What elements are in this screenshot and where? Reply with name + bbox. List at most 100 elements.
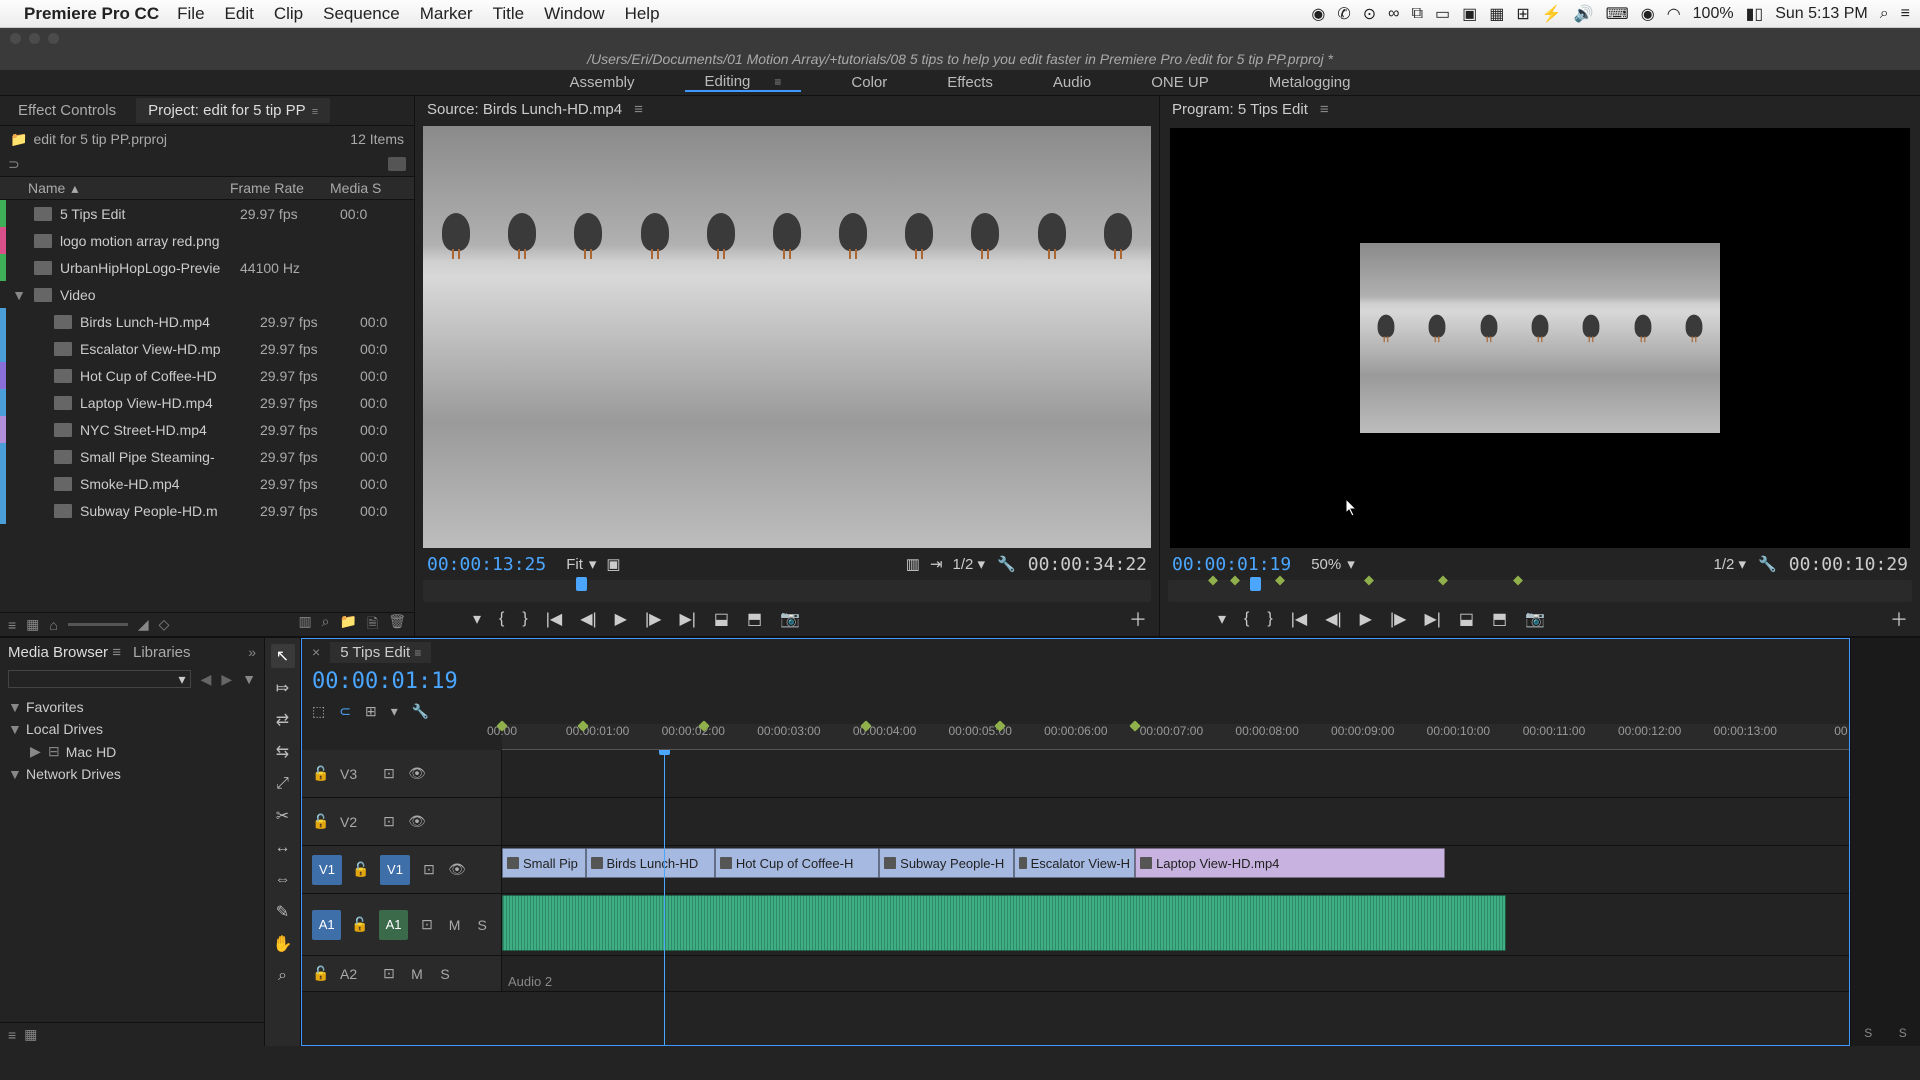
a1-solo-button[interactable]: S [473,917,491,933]
minimize-window-button[interactable] [29,33,40,44]
spotlight-icon[interactable]: ⌕ [1880,5,1889,23]
project-item[interactable]: Hot Cup of Coffee-HD29.97 fps00:0 [0,362,414,389]
insert-button[interactable]: ⬓ [714,609,729,629]
mb-back-icon[interactable]: ◀ [201,671,212,688]
timeline-playhead[interactable] [664,750,665,1045]
play-button[interactable]: ▶ [615,609,627,629]
v3-sync-icon[interactable]: ⊡ [380,765,398,782]
v3-eye-icon[interactable]: 👁 [408,765,426,782]
project-item[interactable]: logo motion array red.png [0,227,414,254]
volume-icon[interactable]: 🔊 [1574,4,1594,24]
workspace-effects[interactable]: Effects [937,74,1003,91]
step-back-button[interactable]: ◀| [580,609,596,629]
delete-icon[interactable]: 🗑 [388,613,406,637]
project-item[interactable]: Subway People-HD.m29.97 fps00:0 [0,497,414,524]
prog-add-marker-button[interactable]: ▾ [1218,609,1226,629]
col-name[interactable]: Name▴ [0,180,230,197]
video-clip[interactable]: Birds Lunch-HD [586,848,715,878]
source-resolution-dropdown[interactable]: 1/2 ▾ [953,555,986,573]
icon-view-icon[interactable]: ▦ [26,616,39,633]
project-item[interactable]: UrbanHipHopLogo-Previe44100 Hz [0,254,414,281]
program-wrench-icon[interactable]: 🔧 [1758,555,1777,573]
maximize-window-button[interactable] [48,33,59,44]
slip-tool[interactable]: ↔ [271,836,295,860]
source-out-icon[interactable]: ⇥ [930,555,943,573]
video-clip[interactable]: Subway People-H [879,848,1014,878]
source-panel-menu-icon[interactable]: ≡ [634,101,643,118]
source-timecode-in[interactable]: 00:00:13:25 [427,554,546,575]
dropbox-icon[interactable]: ⧉ [1412,5,1423,23]
mb-filter-icon[interactable]: ▼ [242,671,256,687]
col-media-start[interactable]: Media S [330,180,414,196]
source-settings-icon[interactable]: ▣ [606,555,620,573]
a1-track-target[interactable]: A1 [379,910,408,940]
tab-media-browser[interactable]: Media Browser ≡ [8,644,121,661]
program-playhead[interactable] [1250,577,1261,591]
workspace-editing[interactable]: Editing≡ [685,73,802,92]
v2-lock-icon[interactable]: 🔓 [312,813,330,830]
v1-sync-icon[interactable]: ⊡ [420,861,438,878]
workspace-oneup[interactable]: ONE UP [1141,74,1219,91]
prog-mark-in-button[interactable]: { [1244,610,1249,628]
prog-go-to-out-button[interactable]: ▶| [1424,609,1440,629]
mb-thumb-view-icon[interactable]: ▦ [24,1026,37,1043]
project-item[interactable]: Small Pipe Steaming-29.97 fps00:0 [0,443,414,470]
a1-mute-button[interactable]: M [446,917,464,933]
tree-item[interactable]: ▼Favorites [8,696,256,718]
program-timecode-in[interactable]: 00:00:01:19 [1172,554,1291,575]
video-clip[interactable]: Escalator View-H [1014,848,1135,878]
menu-file[interactable]: File [177,4,204,24]
v1-track-target[interactable]: V1 [380,855,410,885]
video-clip[interactable]: Hot Cup of Coffee-H [715,848,879,878]
track-select-tool[interactable]: ⤇ [271,676,295,700]
cc-icon[interactable]: ∞ [1388,5,1399,23]
hand-tool[interactable]: ✋ [271,932,295,956]
sort-icon[interactable]: ◢ [138,616,149,633]
tab-project[interactable]: Project: edit for 5 tip PP≡ [136,98,330,123]
step-forward-button[interactable]: |▶ [645,609,661,629]
button-editor-icon[interactable]: ＋ [1129,606,1147,632]
video-clip[interactable]: Small Pip [502,848,586,878]
a1-sync-icon[interactable]: ⊡ [418,916,436,933]
selection-tool[interactable]: ↖ [271,644,295,668]
go-to-out-button[interactable]: ▶| [679,609,695,629]
freeform-view-icon[interactable]: ⌂ [49,617,57,633]
menu-window[interactable]: Window [544,4,604,24]
source-scrubber[interactable] [423,580,1151,602]
workspace-audio[interactable]: Audio [1043,74,1101,91]
prog-export-frame-button[interactable]: 📷 [1525,609,1545,629]
a1-source-target[interactable]: A1 [312,910,341,940]
project-item[interactable]: Birds Lunch-HD.mp429.97 fps00:0 [0,308,414,335]
program-panel-menu-icon[interactable]: ≡ [1320,101,1329,118]
program-video-view[interactable] [1170,128,1910,548]
tree-item[interactable]: ▼Local Drives [8,718,256,740]
slide-tool[interactable]: ⇔ [271,868,295,892]
audio-meter[interactable]: SS [1850,638,1920,1046]
menu-title[interactable]: Title [493,4,525,24]
v1-source-target[interactable]: V1 [312,855,342,885]
export-frame-button[interactable]: 📷 [780,609,800,629]
tray-icon-3[interactable]: ⊞ [1516,4,1529,24]
timeline-timecode[interactable]: 00:00:01:19 [302,665,1849,698]
record-icon[interactable]: ◉ [1311,4,1325,24]
workspace-metalogging[interactable]: Metalogging [1259,74,1361,91]
overwrite-button[interactable]: ⬒ [747,609,762,629]
prog-go-to-in-button[interactable]: |◀ [1291,609,1307,629]
prog-step-back-button[interactable]: ◀| [1325,609,1341,629]
tab-effect-controls[interactable]: Effect Controls [6,98,128,123]
search-icon[interactable]: ⊃ [8,156,20,173]
program-zoom-dropdown[interactable]: 50%▾ [1311,555,1355,573]
rolling-edit-tool[interactable]: ⇆ [271,740,295,764]
menu-sequence[interactable]: Sequence [323,4,400,24]
v1-lock-icon[interactable]: 🔓 [352,861,370,878]
project-item[interactable]: 5 Tips Edit29.97 fps00:0 [0,200,414,227]
media-browser-tree[interactable]: ▼Favorites▼Local Drives▶⊟Mac HD▼Network … [0,692,264,789]
pen-tool[interactable]: ✎ [271,900,295,924]
mark-in-button[interactable]: { [499,610,504,628]
add-marker-button[interactable]: ▾ [473,609,481,629]
notification-icon[interactable]: ≡ [1901,5,1910,23]
v2-sync-icon[interactable]: ⊡ [380,813,398,830]
project-item[interactable]: Escalator View-HD.mp29.97 fps00:0 [0,335,414,362]
mb-list-view-icon[interactable]: ≡ [8,1027,16,1043]
tree-item[interactable]: ▶⊟Mac HD [8,740,256,763]
